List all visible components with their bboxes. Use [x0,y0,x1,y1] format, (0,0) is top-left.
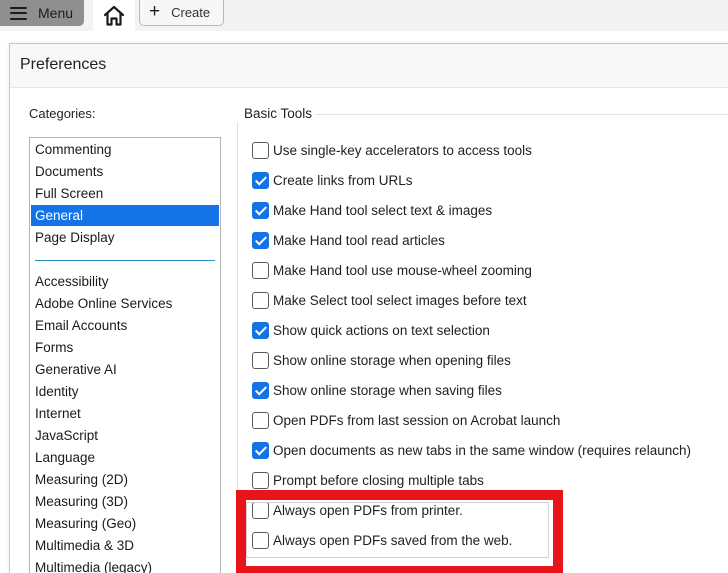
section-title-basic-tools: Basic Tools [244,106,313,121]
option-prompt-closing-tabs[interactable]: Prompt before closing multiple tabs [252,470,484,490]
option-open-pdfs-from-printer[interactable]: Always open PDFs from printer. [252,500,463,520]
option-label: Use single-key accelerators to access to… [273,142,532,158]
category-commenting[interactable]: Commenting [31,139,219,160]
option-label: Open documents as new tabs in the same w… [273,442,691,458]
menu-button[interactable]: Menu [0,0,84,26]
option-label: Make Hand tool select text & images [273,202,493,218]
checkbox[interactable] [252,141,269,159]
categories-list[interactable]: Commenting Documents Full Screen General… [29,137,221,573]
category-accessibility[interactable]: Accessibility [31,271,219,292]
checkbox[interactable] [252,291,269,309]
category-separator [35,260,215,261]
dialog-header: Preferences [10,44,728,88]
hamburger-icon [10,6,27,20]
category-measuring-geo[interactable]: Measuring (Geo) [31,513,219,534]
section-divider [315,114,728,115]
option-label: Make Hand tool read articles [273,232,445,248]
checkbox[interactable] [252,171,269,189]
categories-label: Categories: [29,106,96,121]
option-open-as-tabs[interactable]: Open documents as new tabs in the same w… [252,440,691,460]
checkbox[interactable] [252,261,269,279]
category-internet[interactable]: Internet [31,403,219,424]
category-multimedia-3d[interactable]: Multimedia & 3D [31,535,219,556]
create-button-label: Create [171,5,211,20]
option-online-storage-saving[interactable]: Show online storage when saving files [252,380,502,400]
plus-icon: + [149,1,161,22]
section-border [237,122,238,573]
option-label: Show online storage when opening files [273,352,511,368]
option-open-pdfs-from-web[interactable]: Always open PDFs saved from the web. [252,530,512,550]
checkbox[interactable] [252,411,269,429]
option-label: Show online storage when saving files [273,382,502,398]
option-create-links-from-urls[interactable]: Create links from URLs [252,170,413,190]
category-generative-ai[interactable]: Generative AI [31,359,219,380]
category-javascript[interactable]: JavaScript [31,425,219,446]
app-toolbar: Menu + Create [0,0,728,31]
option-open-last-session[interactable]: Open PDFs from last session on Acrobat l… [252,410,560,430]
checkbox[interactable] [252,231,269,249]
option-single-key-accelerators[interactable]: Use single-key accelerators to access to… [252,140,532,160]
option-quick-actions[interactable]: Show quick actions on text selection [252,320,490,340]
option-label: Make Hand tool use mouse-wheel zooming [273,262,532,278]
category-multimedia-legacy[interactable]: Multimedia (legacy) [31,557,219,573]
checkbox[interactable] [252,351,269,369]
dialog-title: Preferences [20,56,107,73]
option-hand-tool-wheel-zoom[interactable]: Make Hand tool use mouse-wheel zooming [252,260,532,280]
checkbox[interactable] [252,531,269,549]
category-forms[interactable]: Forms [31,337,219,358]
category-identity[interactable]: Identity [31,381,219,402]
option-online-storage-opening[interactable]: Show online storage when opening files [252,350,511,370]
home-tab[interactable] [93,0,135,31]
checkbox[interactable] [252,321,269,339]
category-adobe-online-services[interactable]: Adobe Online Services [31,293,219,314]
category-measuring-2d[interactable]: Measuring (2D) [31,469,219,490]
option-label: Show quick actions on text selection [273,322,490,338]
create-button[interactable]: + Create [139,0,224,26]
option-hand-tool-read-articles[interactable]: Make Hand tool read articles [252,230,445,250]
category-page-display[interactable]: Page Display [31,227,219,248]
checkbox[interactable] [252,381,269,399]
category-documents[interactable]: Documents [31,161,219,182]
menu-button-label: Menu [38,5,74,21]
option-label: Create links from URLs [273,172,413,188]
option-hand-tool-select-text[interactable]: Make Hand tool select text & images [252,200,492,220]
option-select-tool-images-first[interactable]: Make Select tool select images before te… [252,290,527,310]
option-label: Prompt before closing multiple tabs [273,472,484,488]
checkbox[interactable] [252,441,269,459]
category-language[interactable]: Language [31,447,219,468]
category-email-accounts[interactable]: Email Accounts [31,315,219,336]
option-label: Always open PDFs from printer. [273,502,463,518]
option-label: Open PDFs from last session on Acrobat l… [273,412,561,428]
option-label: Make Select tool select images before te… [273,292,527,308]
checkbox[interactable] [252,501,269,519]
home-icon [103,5,125,26]
option-label: Always open PDFs saved from the web. [273,532,513,548]
checkbox[interactable] [252,201,269,219]
checkbox[interactable] [252,471,269,489]
category-full-screen[interactable]: Full Screen [31,183,219,204]
category-general[interactable]: General [31,205,219,226]
category-measuring-3d[interactable]: Measuring (3D) [31,491,219,512]
